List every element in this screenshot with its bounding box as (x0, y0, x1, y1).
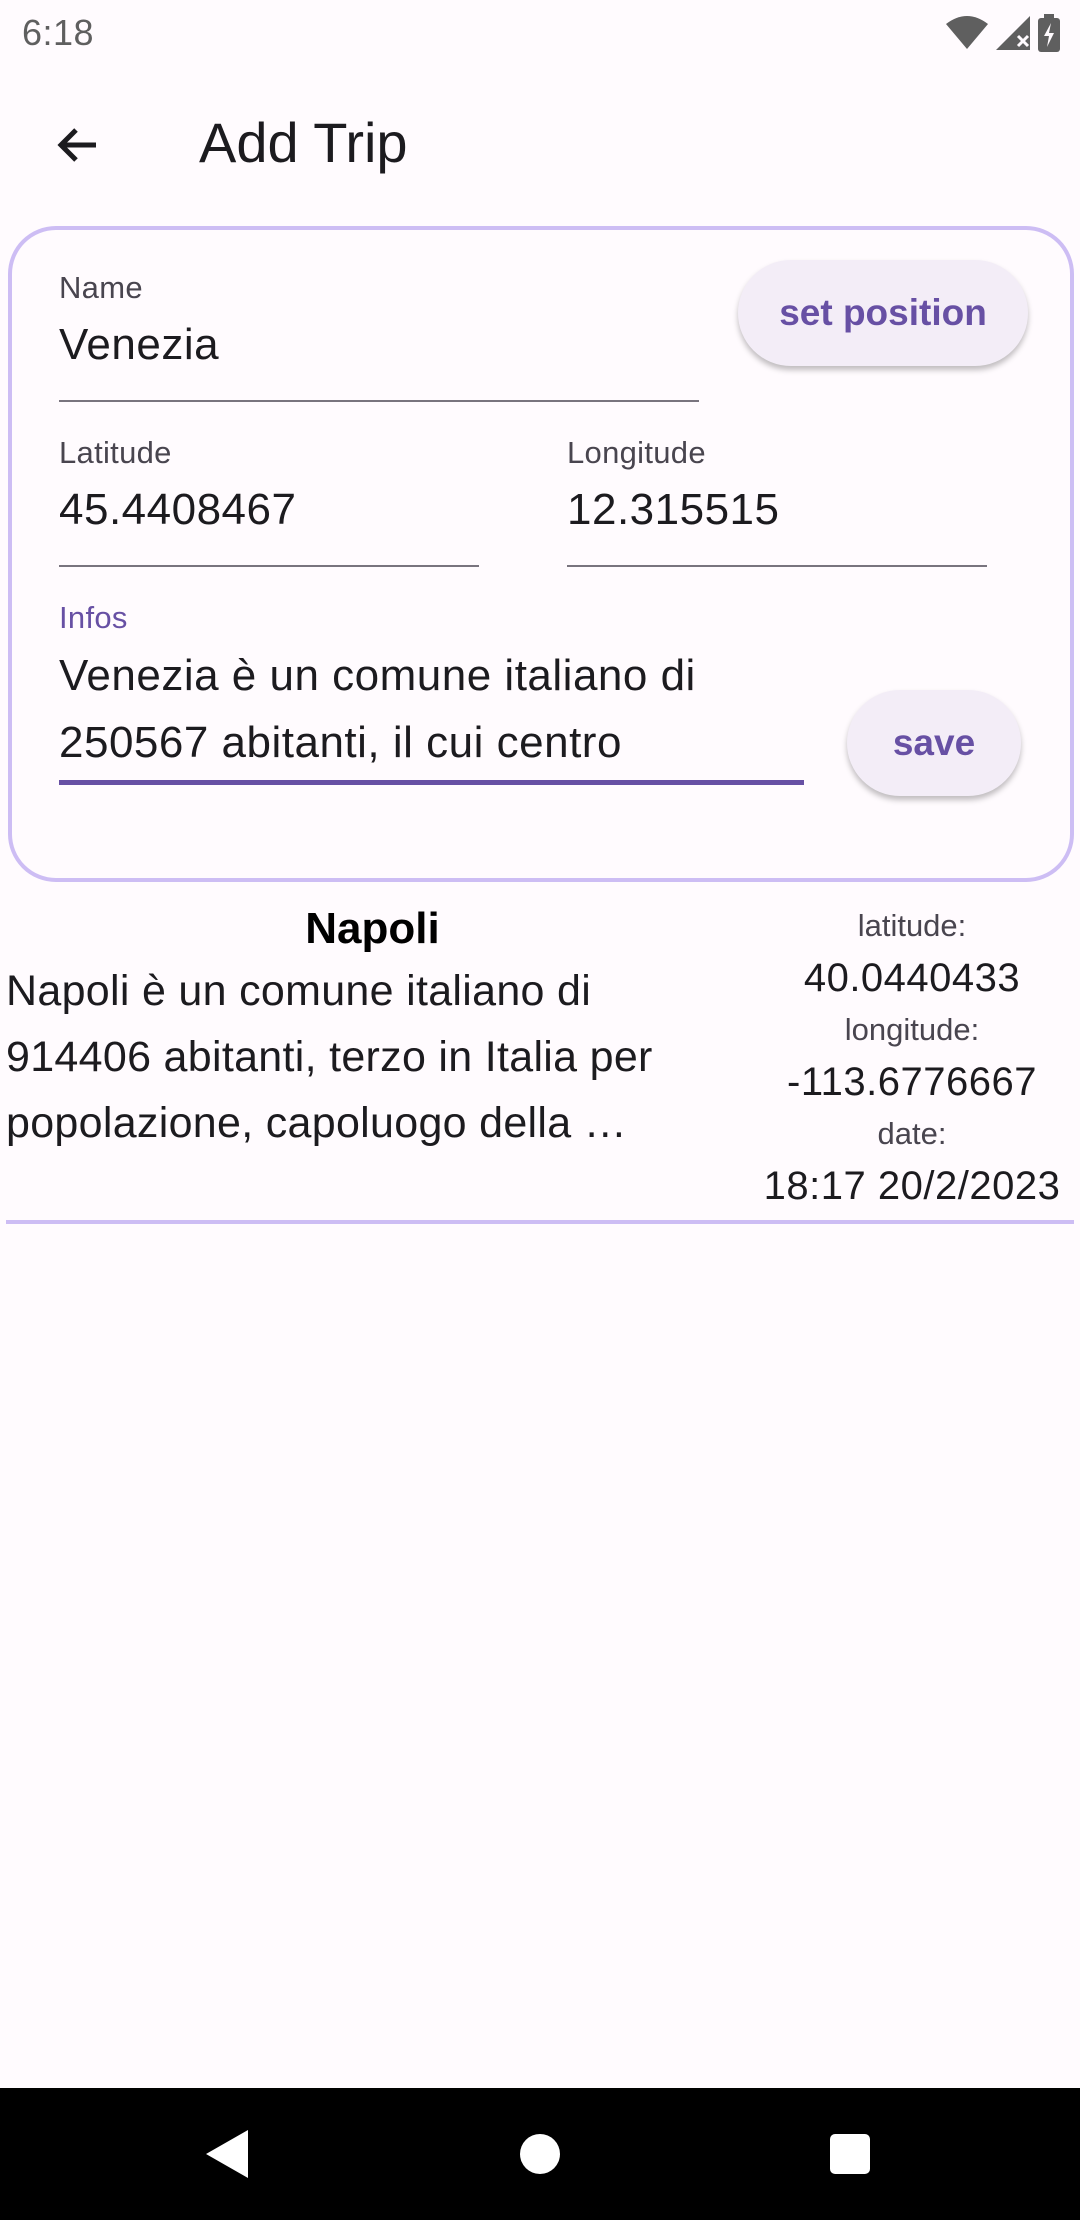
trip-latitude: 40.0440433 (803, 956, 1021, 1000)
signal-icon (996, 16, 1030, 55)
infos-line-1: Venezia è un comune italiano di (59, 651, 696, 700)
list-item[interactable]: Napoli Napoli è un comune italiano di 91… (0, 890, 1080, 1230)
trip-latitude-label: latitude: (857, 908, 967, 943)
longitude-underline (567, 565, 987, 567)
trip-longitude-label: longitude: (844, 1012, 980, 1047)
trip-description: Napoli è un comune italiano di 914406 ab… (6, 958, 746, 1156)
name-field[interactable]: Name Venezia (59, 270, 699, 402)
page-title: Add Trip (199, 111, 408, 174)
app-bar: Add Trip (0, 80, 1080, 204)
trip-description-line: popolazione, capoluogo della … (6, 1099, 628, 1147)
set-position-button[interactable]: set position (738, 260, 1028, 366)
latitude-field[interactable]: Latitude 45.4408467 (59, 435, 479, 567)
name-label: Name (59, 270, 143, 305)
list-divider (6, 1220, 1074, 1224)
add-trip-form: Name Venezia set position Latitude 45.44… (8, 226, 1074, 882)
infos-label: Infos (59, 600, 128, 635)
trip-date-label: date: (877, 1116, 947, 1151)
save-button[interactable]: save (847, 690, 1021, 796)
system-nav-bar (0, 2088, 1080, 2220)
trip-description-line: 914406 abitanti, terzo in Italia per (6, 1033, 653, 1081)
trip-longitude: -113.6776667 (787, 1060, 1037, 1104)
latitude-label: Latitude (59, 435, 172, 470)
latitude-underline (59, 565, 479, 567)
name-value: Venezia (59, 320, 220, 369)
latitude-value: 45.4408467 (59, 485, 297, 534)
arrow-back-icon (57, 128, 96, 162)
trip-meta: latitude: 40.0440433 longitude: -113.677… (752, 904, 1072, 1216)
longitude-field[interactable]: Longitude 12.315515 (567, 435, 987, 567)
trip-description-line: Napoli è un comune italiano di (6, 967, 592, 1015)
infos-underline (59, 780, 804, 785)
name-underline (59, 400, 699, 402)
status-bar: 6:18 (0, 0, 1080, 66)
longitude-value: 12.315515 (567, 485, 780, 534)
trip-name: Napoli (305, 904, 440, 953)
nav-home-icon[interactable] (520, 2134, 560, 2174)
longitude-label: Longitude (567, 435, 706, 470)
wifi-icon (946, 16, 988, 55)
infos-field[interactable]: Infos Venezia è un comune italiano di 25… (59, 600, 804, 785)
back-button[interactable] (38, 105, 118, 185)
infos-line-2: 250567 abitanti, il cui centro (59, 718, 622, 767)
status-time: 6:18 (22, 12, 95, 53)
infos-value: Venezia è un comune italiano di 250567 a… (59, 642, 804, 776)
nav-back-icon[interactable] (206, 2130, 248, 2183)
nav-recents-icon[interactable] (830, 2134, 870, 2174)
battery-charging-icon (1038, 14, 1060, 57)
status-icons (946, 14, 1060, 57)
trip-date: 18:17 20/2/2023 (763, 1164, 1061, 1208)
